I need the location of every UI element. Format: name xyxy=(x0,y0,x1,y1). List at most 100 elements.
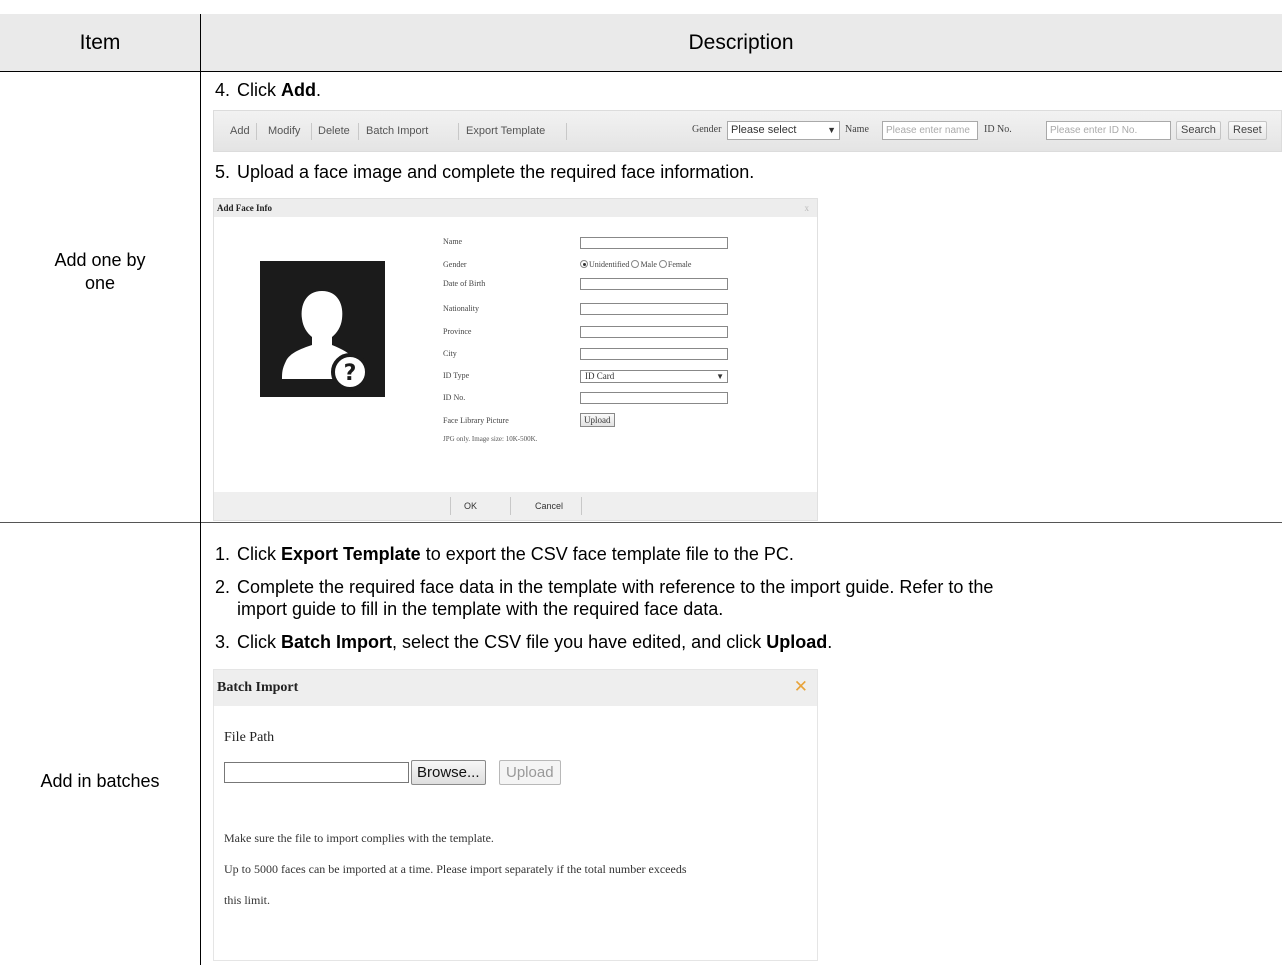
step-bold: Export Template xyxy=(281,544,421,564)
search-button[interactable]: Search xyxy=(1176,121,1221,140)
radio-female[interactable] xyxy=(658,260,667,268)
chevron-down-icon: ▼ xyxy=(827,125,836,135)
step-number: 2. xyxy=(215,577,231,597)
svg-text:?: ? xyxy=(344,361,357,386)
file-path-input[interactable] xyxy=(224,762,409,783)
table-header-row: Item Description xyxy=(0,14,1282,71)
radio-label: Male xyxy=(640,260,657,269)
row-label-batches: Add in batches xyxy=(0,770,200,793)
dialog-title: Batch Import xyxy=(214,670,817,706)
id-no-field-label: ID No. xyxy=(443,393,466,402)
header-description: Description xyxy=(688,31,794,54)
browse-button[interactable]: Browse... xyxy=(411,760,486,785)
step-text: Click xyxy=(237,544,281,564)
close-icon[interactable]: ✕ xyxy=(794,677,808,697)
id-type-value: ID Card xyxy=(585,371,615,381)
name-search-input[interactable]: Please enter name xyxy=(882,121,978,140)
picture-field-label: Face Library Picture xyxy=(443,416,509,425)
image-size-hint: JPG only. Image size: 10K-500K. xyxy=(443,435,538,443)
radio-male[interactable] xyxy=(631,260,640,268)
face-placeholder-image: ? xyxy=(260,261,385,397)
name-field[interactable] xyxy=(580,237,728,249)
toolbar-separator xyxy=(358,123,359,140)
radio-label: Unidentified xyxy=(589,260,630,269)
name-label: Name xyxy=(845,124,869,135)
dialog-title: Add Face Info xyxy=(214,199,817,217)
step-text: Complete the required face data in the t… xyxy=(237,577,994,597)
step-5: 5. Upload a face image and complete the r… xyxy=(215,160,754,184)
gender-select[interactable]: Please select ▼ xyxy=(727,121,840,140)
batch-step-1: 1. Click Export Template to export the CS… xyxy=(215,542,794,566)
import-note: Make sure the file to import complies wi… xyxy=(224,831,494,845)
add-button[interactable]: Add xyxy=(226,123,254,140)
step-bold: Batch Import xyxy=(281,632,393,652)
row-label-one-by-one: Add one by one xyxy=(0,249,200,295)
header-bottom-border xyxy=(0,71,1282,72)
gender-select-value: Please select xyxy=(731,124,797,136)
import-note: Up to 5000 faces can be imported at a ti… xyxy=(224,862,687,876)
chevron-down-icon: ▼ xyxy=(716,372,724,381)
step-4: 4. Click Add. xyxy=(215,78,321,102)
id-type-field-label: ID Type xyxy=(443,371,470,380)
batch-step-3: 3. Click Batch Import, select the CSV fil… xyxy=(215,630,832,654)
reset-button[interactable]: Reset xyxy=(1228,121,1267,140)
nationality-field-label: Nationality xyxy=(443,304,479,313)
dialog-footer: OK Cancel xyxy=(214,492,817,520)
step-text: to export the CSV face template file to … xyxy=(420,544,794,564)
row-label-line: Add one by xyxy=(54,250,146,270)
city-field-label: City xyxy=(443,349,457,358)
id-no-field[interactable] xyxy=(580,392,728,404)
ok-button[interactable]: OK xyxy=(464,501,477,511)
province-field-label: Province xyxy=(443,327,472,336)
upload-picture-button[interactable]: Upload xyxy=(580,413,615,427)
dob-field[interactable] xyxy=(580,278,728,290)
row-label-line: Add in batches xyxy=(40,771,160,791)
step-number: 3. xyxy=(215,632,231,652)
batch-import-button[interactable]: Batch Import xyxy=(362,123,432,140)
footer-separator xyxy=(450,497,451,515)
id-label: ID No. xyxy=(984,124,1012,135)
gender-radio-group: Unidentified Male Female xyxy=(580,260,691,269)
id-search-input[interactable]: Please enter ID No. xyxy=(1046,121,1171,140)
delete-button[interactable]: Delete xyxy=(314,123,354,140)
modify-button[interactable]: Modify xyxy=(264,123,304,140)
step-text: . xyxy=(316,80,322,100)
step-bold: Add xyxy=(281,80,316,100)
footer-separator xyxy=(581,497,582,515)
step-text: , select the CSV file you have edited, a… xyxy=(392,632,767,652)
step-number: 5. xyxy=(215,162,231,182)
upload-button[interactable]: Upload xyxy=(499,760,561,785)
close-icon[interactable]: x xyxy=(805,199,810,217)
name-field-label: Name xyxy=(443,237,463,246)
province-field[interactable] xyxy=(580,326,728,338)
gender-field-label: Gender xyxy=(443,260,467,269)
footer-separator xyxy=(510,497,511,515)
step-bold: Upload xyxy=(766,632,828,652)
step-text: Upload a face image and complete the req… xyxy=(237,162,755,182)
step-text: Click xyxy=(237,80,281,100)
radio-unidentified[interactable] xyxy=(580,260,588,268)
export-template-button[interactable]: Export Template xyxy=(462,123,549,140)
header-item: Item xyxy=(79,31,121,54)
radio-label: Female xyxy=(667,260,692,269)
nationality-field[interactable] xyxy=(580,303,728,315)
cancel-button[interactable]: Cancel xyxy=(535,501,563,511)
batch-step-2: 2. Complete the required face data in the… xyxy=(215,575,993,599)
step-number: 1. xyxy=(215,544,231,564)
import-note: this limit. xyxy=(224,893,271,907)
column-divider xyxy=(200,14,201,965)
toolbar-separator xyxy=(256,123,257,140)
gender-label: Gender xyxy=(692,124,722,135)
batch-import-dialog: Batch Import ✕ File Path Browse... Uploa… xyxy=(213,669,818,961)
step-text: import guide to fill in the template wit… xyxy=(237,599,724,619)
dob-field-label: Date of Birth xyxy=(443,279,486,288)
toolbar-separator xyxy=(311,123,312,140)
step-text: Click xyxy=(237,632,281,652)
add-face-info-dialog: Add Face Info x ? Name Gender Unidentifi… xyxy=(213,198,818,521)
file-path-label: File Path xyxy=(224,730,275,745)
toolbar-separator xyxy=(566,123,567,140)
city-field[interactable] xyxy=(580,348,728,360)
id-type-select[interactable]: ID Card ▼ xyxy=(580,370,728,383)
row-divider xyxy=(0,522,1282,523)
batch-step-2-cont: import guide to fill in the template wit… xyxy=(237,597,723,621)
